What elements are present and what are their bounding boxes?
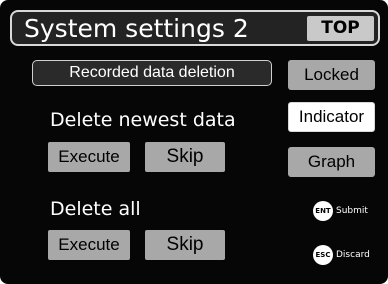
submit-hint[interactable]: ENT Submit — [313, 200, 368, 222]
recorded-data-deletion-header: Recorded data deletion — [32, 60, 272, 86]
settings-screen: System settings 2 TOP Recorded data dele… — [0, 0, 388, 284]
locked-button[interactable]: Locked — [288, 60, 375, 90]
discard-hint-label: Discard — [336, 250, 370, 260]
esc-key-icon: ESC — [313, 245, 333, 265]
delete-all-skip-button[interactable]: Skip — [145, 230, 225, 260]
submit-hint-label: Submit — [336, 206, 368, 216]
delete-newest-skip-button[interactable]: Skip — [145, 142, 225, 172]
indicator-button[interactable]: Indicator — [288, 102, 375, 132]
top-button[interactable]: TOP — [307, 16, 374, 41]
delete-newest-data-label: Delete newest data — [50, 109, 236, 131]
delete-all-execute-button[interactable]: Execute — [48, 230, 130, 260]
title-bar: System settings 2 TOP — [10, 10, 380, 46]
delete-newest-execute-button[interactable]: Execute — [48, 142, 130, 172]
delete-all-label: Delete all — [50, 198, 141, 220]
graph-button[interactable]: Graph — [288, 147, 375, 177]
discard-hint[interactable]: ESC Discard — [313, 244, 370, 266]
ent-key-icon: ENT — [313, 201, 333, 221]
page-title: System settings 2 — [24, 14, 249, 43]
